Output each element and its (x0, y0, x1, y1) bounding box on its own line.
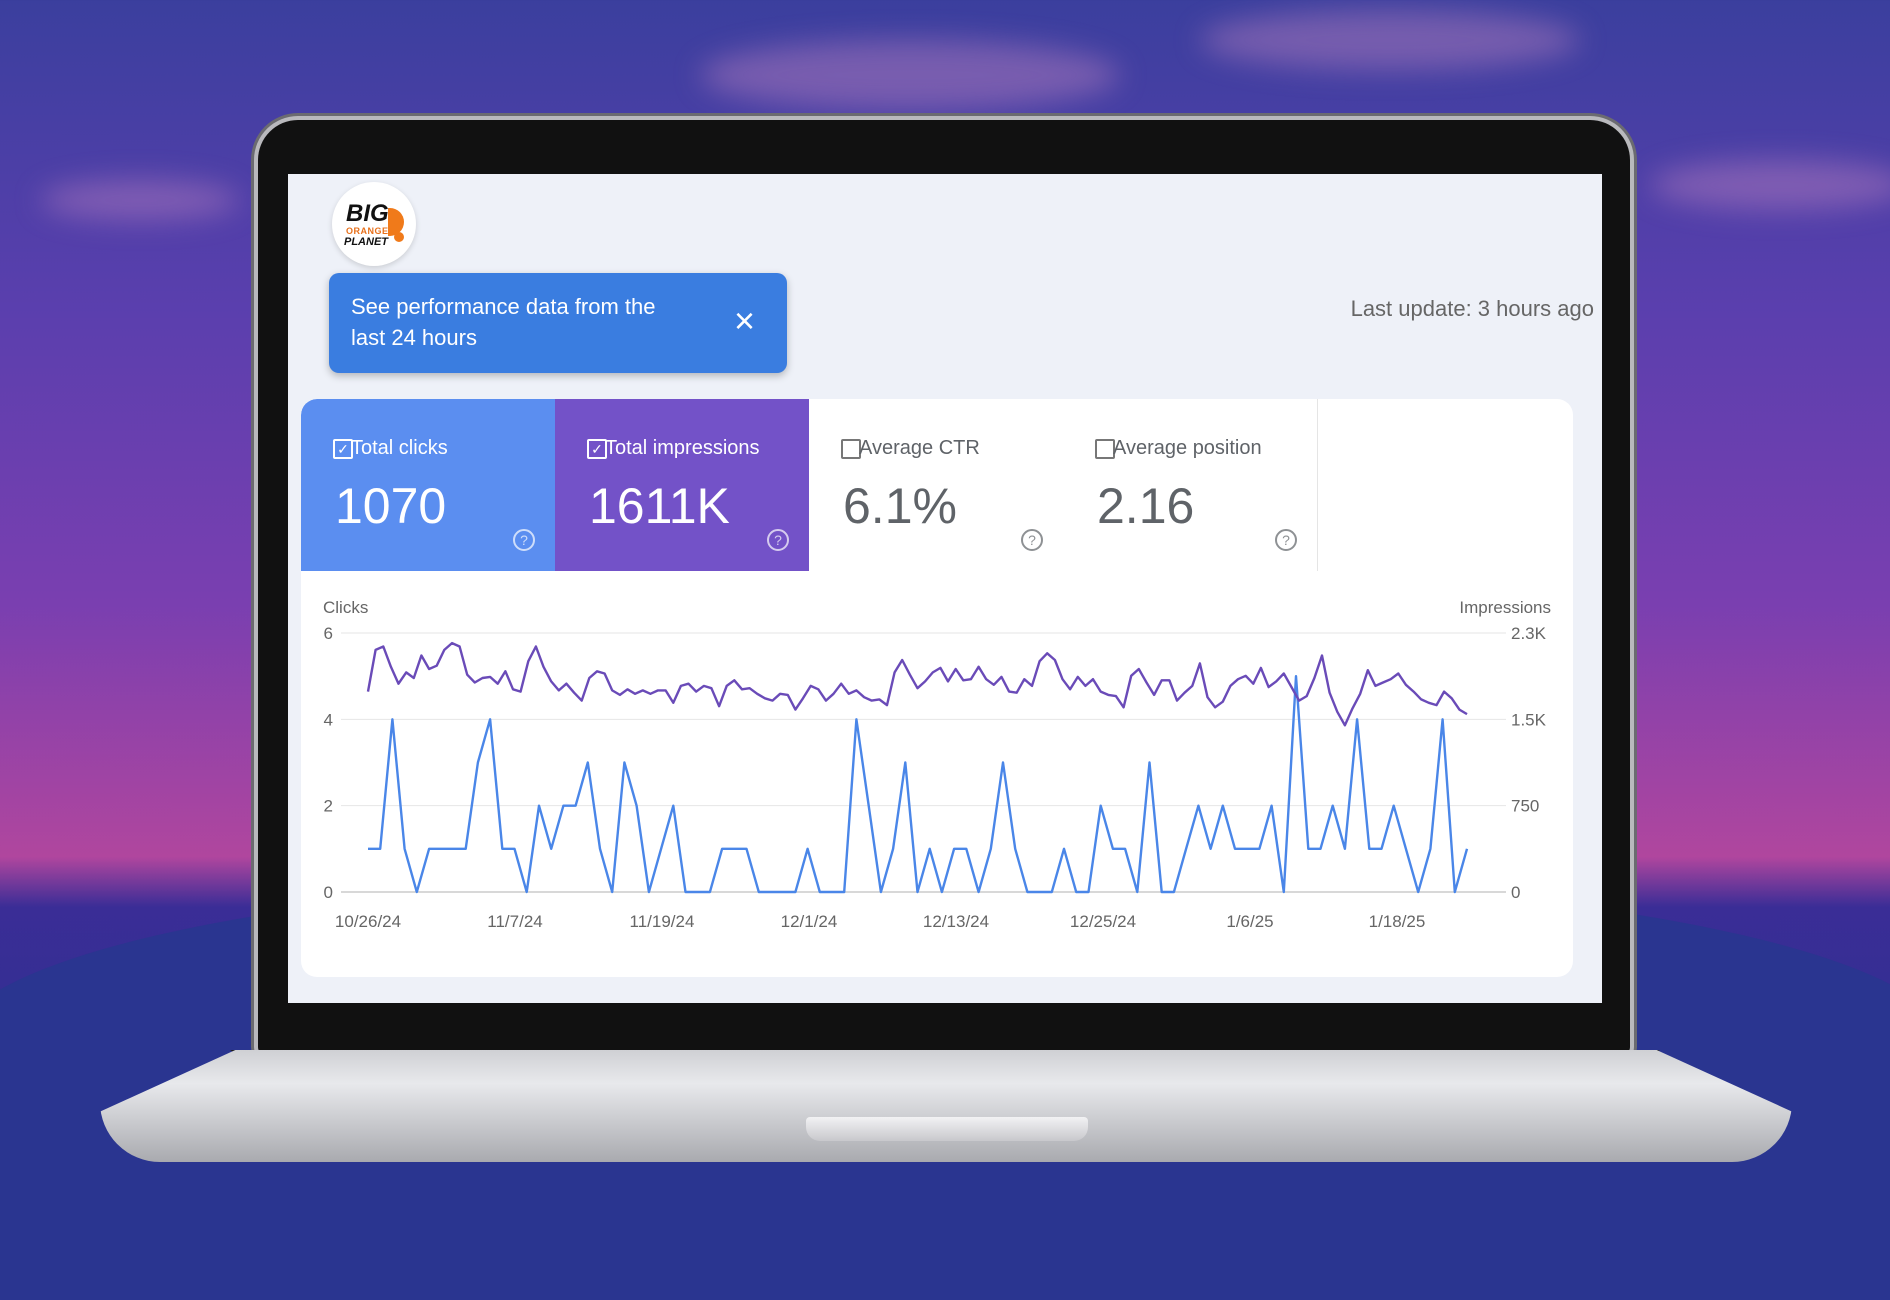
x-tick-label: 10/26/24 (335, 912, 401, 931)
cloud (1650, 160, 1890, 210)
performance-toast: See performance data from the last 24 ho… (329, 273, 787, 373)
metric-card-average-ctr[interactable]: Average CTR 6.1% ? (809, 399, 1064, 571)
metric-value: 6.1% (843, 478, 957, 534)
y-tick-label-right: 750 (1511, 797, 1539, 816)
series-line-impressions (366, 641, 1468, 727)
metric-value: 2.16 (1097, 478, 1195, 534)
y-tick-label-left: 6 (324, 624, 333, 643)
y-axis-left-title: Clicks (323, 598, 368, 617)
checkbox-checked-icon[interactable]: ✓ (587, 439, 607, 459)
y-tick-label-right: 1.5K (1511, 710, 1547, 729)
y-tick-label-left: 4 (324, 710, 333, 729)
laptop-base (100, 1050, 1792, 1162)
metric-label: Average position (1113, 437, 1262, 459)
metric-label: Total impressions (605, 437, 760, 459)
help-icon[interactable]: ? (767, 529, 789, 551)
laptop-notch (806, 1117, 1088, 1141)
performance-chart: Clicks Impressions6 2.3K4 1.5K2 7500 010/26/2… (323, 598, 1551, 931)
metric-value: 1611K (589, 478, 730, 534)
metric-card-average-position[interactable]: Average position 2.16 ? (1063, 399, 1318, 571)
metric-card-total-clicks[interactable]: ✓ Total clicks 1070 ? (301, 399, 555, 571)
metric-label: Average CTR (859, 437, 980, 459)
logo-text-big: BIG (346, 200, 389, 227)
y-tick-label-right: 0 (1511, 883, 1520, 902)
close-icon[interactable]: × (734, 303, 755, 339)
logo-dot-icon (394, 232, 404, 242)
help-icon[interactable]: ? (1021, 529, 1043, 551)
laptop-screen: BIG ORANGE PLANET See performance data f… (288, 174, 1602, 1003)
help-icon[interactable]: ? (513, 529, 535, 551)
y-tick-label-right: 2.3K (1511, 624, 1547, 643)
y-axis-right-title: Impressions (1459, 598, 1551, 617)
last-update-label: Last update: 3 hours ago (1350, 296, 1594, 321)
metric-label: Total clicks (351, 437, 448, 459)
x-tick-label: 12/1/24 (781, 912, 838, 931)
performance-panel: ✓ Total clicks 1070 ? ✓ Total impression… (301, 399, 1573, 977)
x-tick-label: 1/18/25 (1369, 912, 1426, 931)
checkbox-checked-icon[interactable]: ✓ (333, 439, 353, 459)
cloud (700, 40, 1120, 110)
cloud (40, 180, 240, 220)
x-tick-label: 11/19/24 (630, 912, 695, 931)
logo-text-planet: PLANET (344, 236, 388, 248)
x-tick-label: 11/7/24 (487, 912, 542, 931)
y-tick-label-left: 2 (324, 797, 333, 816)
x-tick-label: 1/6/25 (1226, 912, 1273, 931)
cloud (1200, 10, 1580, 70)
metric-card-total-impressions[interactable]: ✓ Total impressions 1611K ? (555, 399, 809, 571)
y-tick-label-left: 0 (324, 883, 333, 902)
series-line-clicks (368, 674, 1469, 894)
help-icon[interactable]: ? (1275, 529, 1297, 551)
toast-message: See performance data from the last 24 ho… (351, 294, 656, 350)
x-tick-label: 12/13/24 (923, 912, 989, 931)
x-tick-label: 12/25/24 (1070, 912, 1136, 931)
checkbox-unchecked-icon[interactable] (841, 439, 861, 459)
logo-text-orange: ORANGE (346, 226, 389, 236)
checkbox-unchecked-icon[interactable] (1095, 439, 1115, 459)
metric-value: 1070 (335, 478, 447, 534)
company-logo: BIG ORANGE PLANET (332, 182, 416, 266)
